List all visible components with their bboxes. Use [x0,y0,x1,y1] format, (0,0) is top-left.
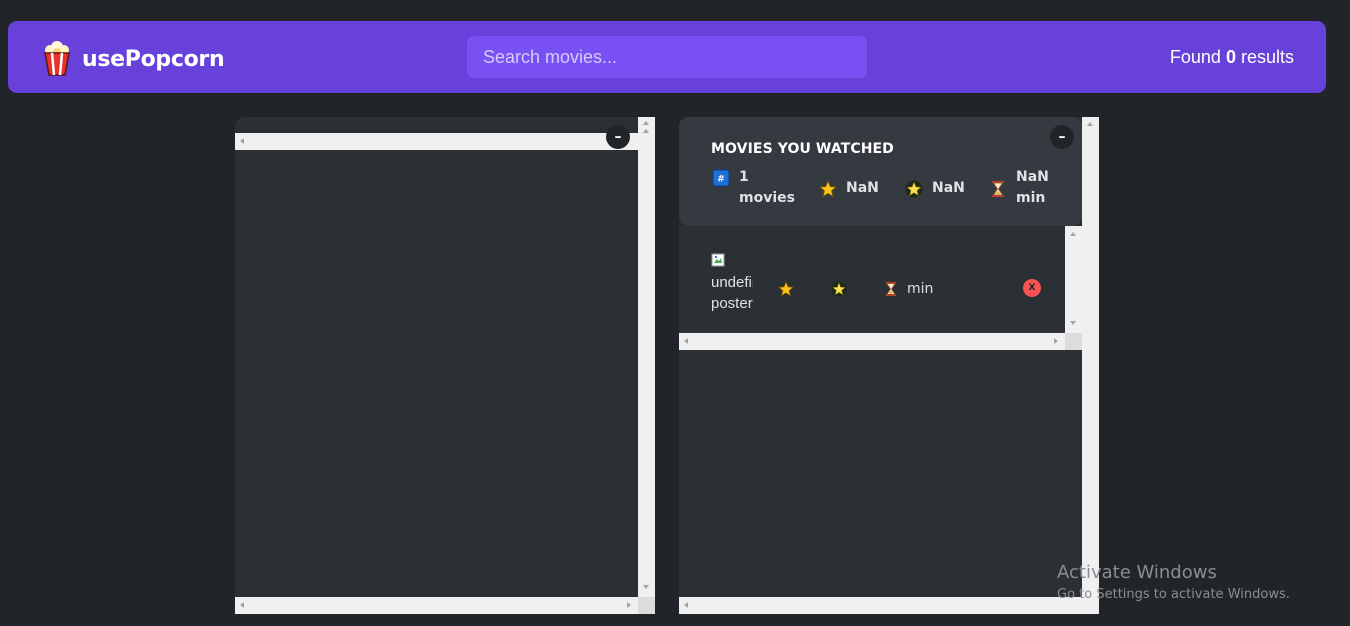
list-item[interactable]: undefined poster [679,226,1065,333]
movies-count: 1 [739,169,749,185]
scroll-left-arrow[interactable] [684,602,688,608]
avg-user-rating: NaN [932,180,965,196]
watermark-title: Activate Windows [1057,562,1217,583]
scroll-up-arrow[interactable] [643,121,649,125]
toggle-button[interactable]: – [1050,125,1074,149]
glowing-star-icon [831,281,847,297]
svg-text:#: # [717,175,725,185]
movies-label: movies [739,190,795,206]
stat-avg-user: NaN [905,178,965,199]
scroll-left-arrow[interactable] [684,338,688,344]
scroll-up-arrow[interactable] [643,129,649,133]
watermark-subtitle: Go to Settings to activate Windows. [1057,587,1290,602]
horizontal-scrollbar[interactable] [235,597,638,614]
scroll-left-arrow[interactable] [240,602,244,608]
horizontal-scrollbar[interactable] [679,333,1065,350]
star-icon [778,281,794,297]
summary-title: Movies you watched [711,141,894,157]
windows-activation-watermark: Activate Windows Go to Settings to activ… [1057,562,1290,605]
runtime-unit: min [1016,190,1046,206]
app-name: usePopcorn [82,46,225,72]
horizontal-scrollbar[interactable] [235,133,638,150]
avg-runtime: NaN [1016,169,1049,185]
vertical-scrollbar[interactable] [638,117,655,614]
watched-list: undefined poster [679,226,1082,333]
search-results-box: – [235,117,655,614]
star-icon [819,180,837,198]
movie-poster: undefined poster [711,251,753,311]
delete-button[interactable]: X [1023,279,1041,297]
scroll-right-arrow[interactable] [1054,338,1058,344]
scroll-down-arrow[interactable] [1070,321,1076,325]
horizontal-scrollbar[interactable] [679,597,1082,614]
hash-icon: # [712,169,730,187]
broken-image-icon [711,253,725,267]
logo: usePopcorn [42,41,225,77]
scroll-right-arrow[interactable] [627,602,631,608]
navbar: usePopcorn Found 0 results [8,21,1326,93]
scroll-down-arrow[interactable] [643,585,649,589]
popcorn-icon [44,41,70,76]
toggle-button[interactable]: – [606,125,630,149]
stat-movies-count: # 1 movies [712,167,799,209]
scroll-left-arrow[interactable] [240,138,244,144]
poster-alt-text: undefined poster [711,274,753,311]
scrollbar-corner [1065,333,1082,350]
results-count: Found 0 results [1170,47,1294,68]
results-number: 0 [1225,47,1236,67]
results-prefix: Found [1169,47,1221,67]
stat-avg-imdb: NaN [819,178,879,199]
hourglass-icon [992,181,1004,197]
movie-imdb-rating [778,281,802,297]
results-suffix: results [1240,47,1294,67]
movie-user-rating [831,281,855,297]
vertical-scrollbar[interactable] [1065,226,1082,333]
glowing-star-icon [905,180,923,198]
hourglass-icon [885,281,897,297]
scrollbar-corner [638,597,655,614]
watched-summary: Movies you watched # 1 movies NaN NaN [679,117,1082,226]
search-input[interactable] [467,36,867,78]
avg-imdb-rating: NaN [846,180,879,196]
watched-box: Movies you watched # 1 movies NaN NaN [679,117,1099,614]
stat-avg-runtime: NaN min [989,167,1049,209]
scroll-up-arrow[interactable] [1087,122,1093,126]
vertical-scrollbar[interactable] [1082,117,1099,614]
scroll-up-arrow[interactable] [1070,232,1076,236]
movie-runtime: min [883,281,933,297]
